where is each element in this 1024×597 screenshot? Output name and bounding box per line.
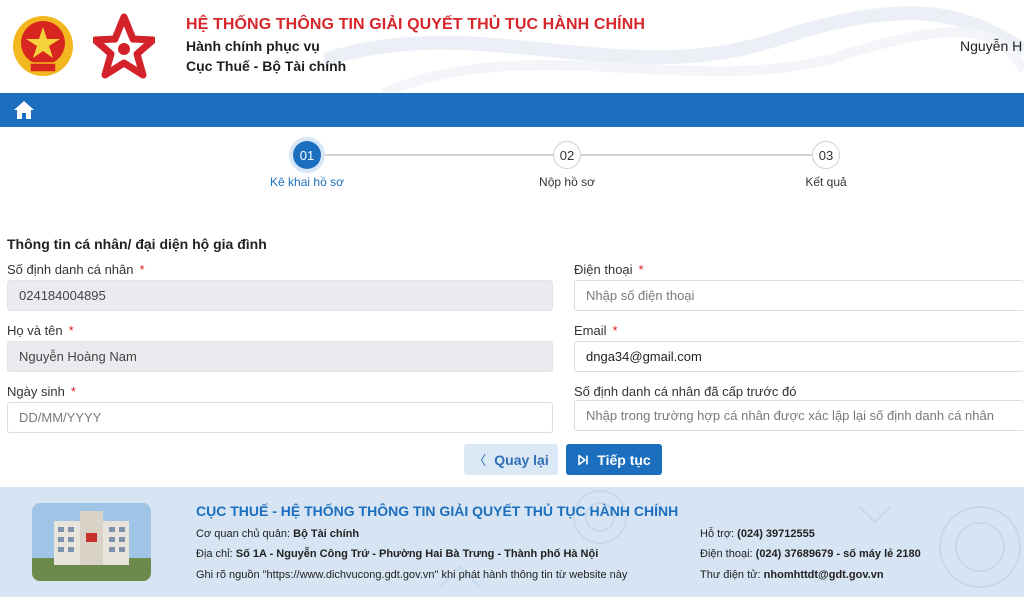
birth-date-field[interactable]: DD/MM/YYYY (7, 402, 553, 433)
full-name-field[interactable]: Nguyễn Hoàng Nam (7, 341, 553, 372)
continue-button[interactable]: Tiếp tục (566, 444, 662, 475)
step-1-label: Kê khai hồ sơ (270, 175, 344, 189)
step-3-label: Kết quả (805, 175, 847, 189)
phone-field[interactable]: Nhập số điện thoại (574, 280, 1024, 311)
chevron-left-icon: 〈 (473, 453, 487, 468)
progress-stepper: 01 02 03 Kê khai hồ sơ Nộp hồ sơ Kết quả (0, 127, 1024, 207)
id-number-field[interactable]: 024184004895 (7, 280, 553, 311)
previous-id-field[interactable]: Nhập trong trường hợp cá nhân được xác l… (574, 400, 1024, 431)
footer-phone: Điện thoại: (024) 37689679 - số máy lẻ 2… (700, 548, 921, 560)
header-agency: Cục Thuế - Bộ Tài chính (186, 58, 347, 74)
section-title: Thông tin cá nhân/ đại diện hộ gia đình (7, 236, 267, 252)
step-1-indicator: 01 (293, 141, 321, 169)
step-connector (581, 154, 812, 156)
site-header: HỆ THỐNG THÔNG TIN GIẢI QUYẾT THỦ TỤC HÀ… (0, 0, 1024, 93)
site-footer: CỤC THUẾ - HỆ THỐNG THÔNG TIN GIẢI QUYẾT… (0, 487, 1024, 597)
footer-source-note: Ghi rõ nguồn "https://www.dichvucong.gdt… (196, 569, 628, 581)
public-service-logo-icon (93, 13, 155, 79)
email-field[interactable]: dnga34@gmail.com (574, 341, 1024, 372)
back-button[interactable]: 〈 Quay lại (464, 444, 558, 475)
national-emblem-icon (13, 16, 73, 76)
building-photo (32, 503, 151, 581)
step-connector (322, 154, 553, 156)
required-mark: * (68, 323, 74, 338)
skip-forward-icon (578, 454, 589, 465)
phone-label: Điện thoại * (574, 262, 644, 277)
previous-id-label: Số định danh cá nhân đã cấp trước đó (574, 384, 797, 399)
footer-agency: Cơ quan chủ quản: Bộ Tài chính (196, 528, 360, 540)
required-mark: * (638, 262, 644, 277)
birth-date-label: Ngày sinh * (7, 384, 76, 399)
user-name[interactable]: Nguyễn H (960, 38, 1022, 54)
required-mark: * (139, 262, 145, 277)
footer-title: CỤC THUẾ - HỆ THỐNG THÔNG TIN GIẢI QUYẾT… (196, 503, 679, 519)
id-number-label: Số định danh cá nhân * (7, 262, 145, 277)
header-title: HỆ THỐNG THÔNG TIN GIẢI QUYẾT THỦ TỤC HÀ… (186, 16, 646, 33)
step-3-indicator: 03 (812, 141, 840, 169)
header-wave-decoration (324, 6, 1024, 93)
header-subtitle: Hành chính phục vụ (186, 38, 320, 54)
step-2-indicator: 02 (553, 141, 581, 169)
step-2-label: Nộp hồ sơ (539, 175, 595, 189)
footer-email: Thư điện tử: nhomhttdt@gdt.gov.vn (700, 569, 884, 581)
required-mark: * (612, 323, 618, 338)
full-name-label: Họ và tên * (7, 323, 74, 338)
required-mark: * (70, 384, 76, 399)
home-icon[interactable] (12, 99, 36, 121)
main-navbar (0, 93, 1024, 127)
footer-address: Địa chỉ: Số 1A - Nguyễn Công Trứ - Phườn… (196, 548, 599, 560)
footer-support: Hỗ trợ: (024) 39712555 (700, 528, 815, 540)
email-label: Email * (574, 323, 618, 338)
